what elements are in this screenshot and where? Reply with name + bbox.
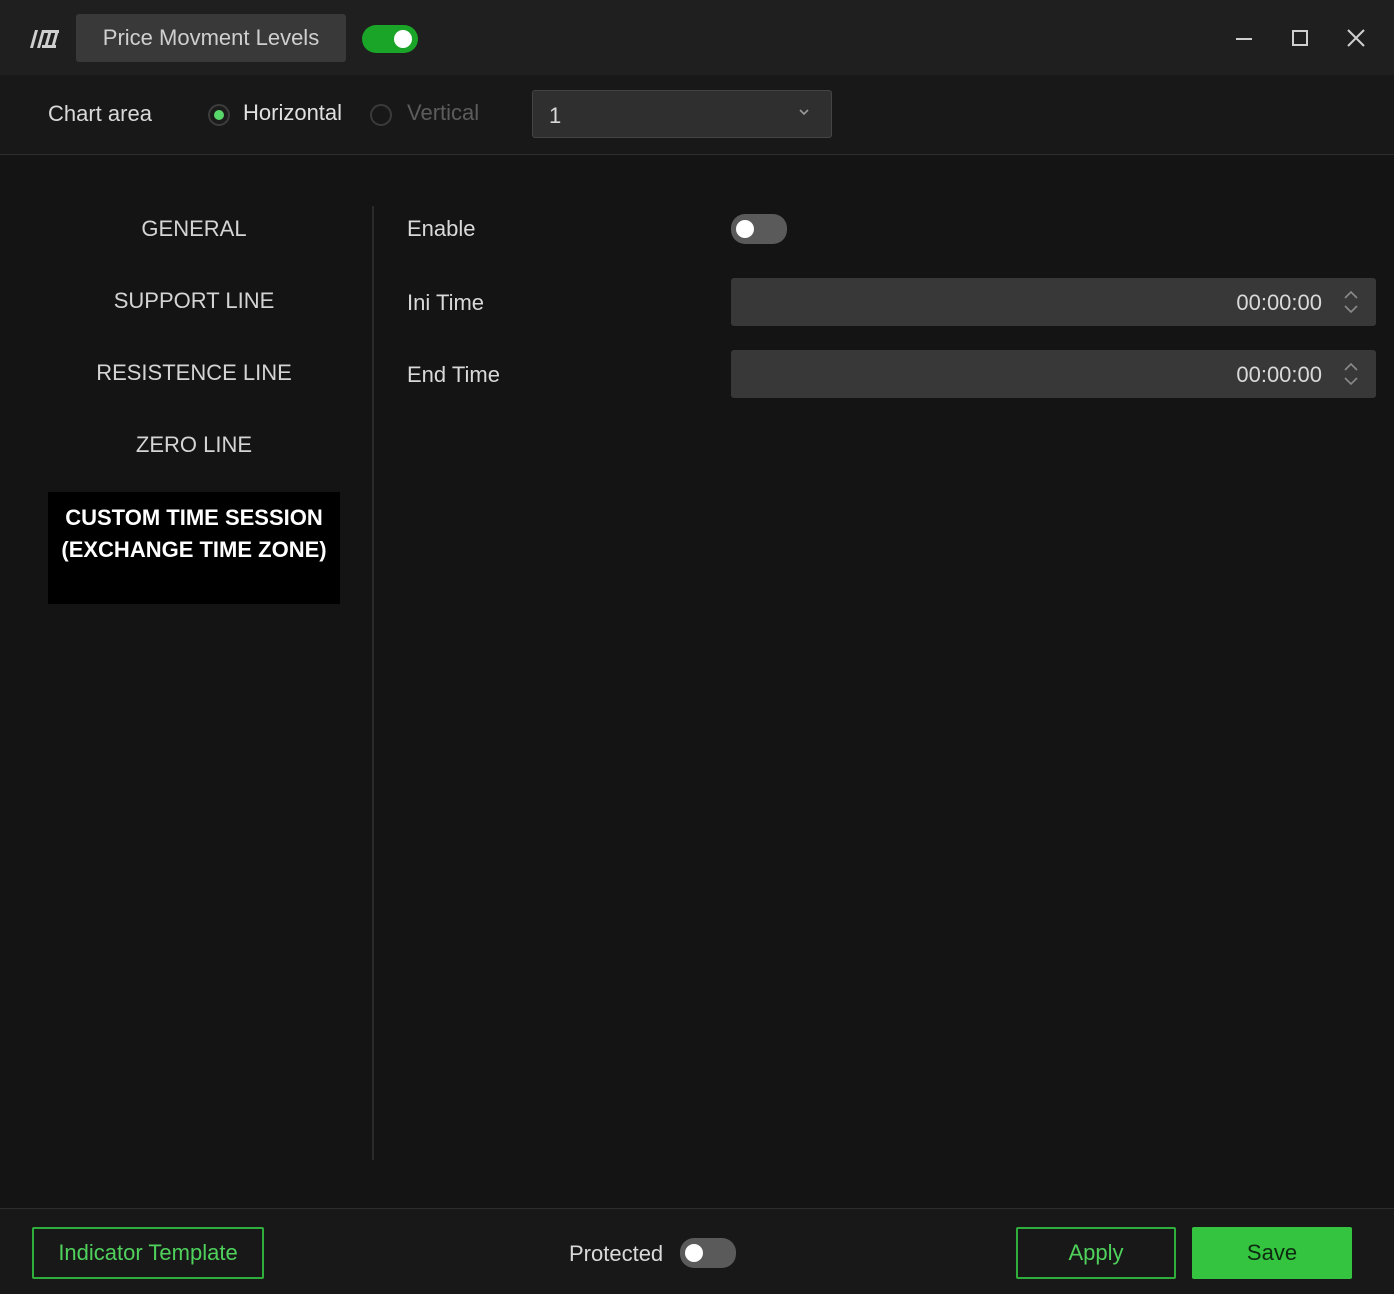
sidebar-divider (372, 206, 374, 1160)
indicator-template-button[interactable]: Indicator Template (32, 1227, 264, 1279)
enable-label: Enable (407, 216, 476, 241)
maximize-button[interactable] (1286, 24, 1314, 52)
ini-time-label: Ini Time (407, 290, 485, 315)
sidebar-item-support-line[interactable]: SUPPORT LINE (48, 285, 340, 317)
ini-time-input[interactable]: 00:00:00 (731, 278, 1376, 326)
vertical-radio-label[interactable]: Vertical (407, 100, 479, 126)
chevron-down-icon (799, 109, 809, 116)
enable-toggle[interactable] (731, 214, 787, 244)
protected-label: Protected (569, 1241, 664, 1266)
toggle-knob (685, 1244, 703, 1262)
sidebar-item-custom-time-session[interactable]: CUSTOM TIME SESSION (EXCHANGE TIME ZONE) (48, 492, 340, 604)
sidebar-item-general[interactable]: GENERAL (48, 213, 340, 245)
chart-area-select-value: 1 (549, 103, 562, 128)
spinner-arrows-icon[interactable] (1342, 288, 1360, 316)
vertical-radio[interactable] (370, 104, 392, 126)
toggle-knob (394, 30, 412, 48)
horizontal-radio[interactable] (208, 104, 230, 126)
apply-button[interactable]: Apply (1016, 1227, 1176, 1279)
toggle-knob (736, 220, 754, 238)
sidebar-item-zero-line[interactable]: ZERO LINE (48, 429, 340, 461)
chart-area-label: Chart area (48, 101, 152, 126)
ini-time-value: 00:00:00 (1236, 290, 1322, 315)
app-logo-icon (30, 30, 59, 48)
footer-bar: Indicator Template Protected Apply Save (0, 1208, 1394, 1294)
sidebar-item-resistence-line[interactable]: RESISTENCE LINE (48, 357, 340, 389)
end-time-label: End Time (407, 362, 500, 387)
indicator-title-button[interactable]: Price Movment Levels (76, 14, 346, 62)
maximize-icon (1292, 30, 1308, 46)
spinner-arrows-icon[interactable] (1342, 360, 1360, 388)
protected-toggle[interactable] (680, 1238, 736, 1268)
save-button[interactable]: Save (1192, 1227, 1352, 1279)
chart-area-select[interactable]: 1 (532, 90, 832, 138)
close-icon (1347, 29, 1365, 47)
end-time-input[interactable]: 00:00:00 (731, 350, 1376, 398)
chart-area-toolbar: Chart area Horizontal Vertical 1 (0, 75, 1394, 155)
close-button[interactable] (1342, 24, 1370, 52)
indicator-enabled-toggle[interactable] (362, 25, 418, 53)
horizontal-radio-label[interactable]: Horizontal (243, 100, 342, 126)
minimize-icon (1236, 38, 1252, 40)
end-time-value: 00:00:00 (1236, 362, 1322, 387)
title-bar: Price Movment Levels (0, 0, 1394, 75)
minimize-button[interactable] (1230, 24, 1258, 52)
